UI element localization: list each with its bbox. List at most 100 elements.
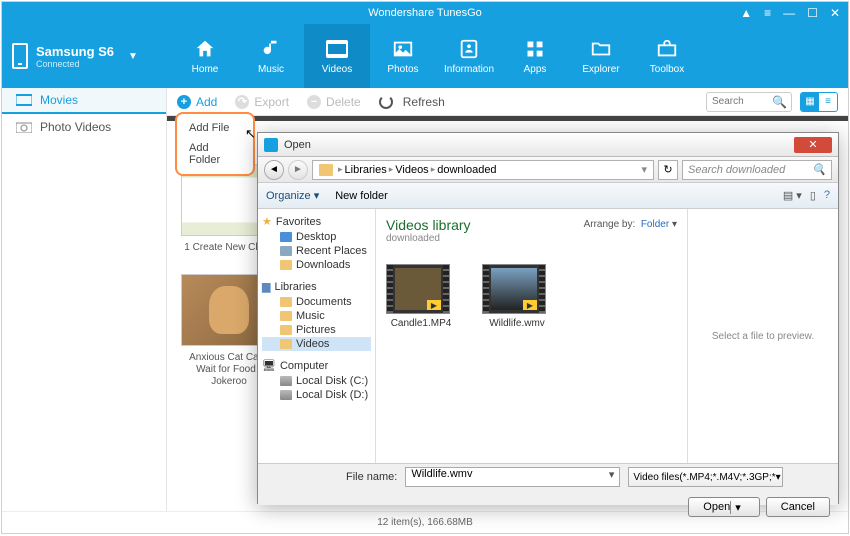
film-icon [16, 94, 32, 106]
disk-icon [280, 390, 292, 400]
tab-home[interactable]: Home [172, 24, 238, 88]
file-list: Videos library downloaded Arrange by: Fo… [376, 209, 688, 463]
nav-bar: Samsung S6 Connected ▼ Home Music Videos… [2, 24, 848, 88]
tree-item-videos[interactable]: Videos [262, 337, 371, 351]
new-folder-button[interactable]: New folder [335, 190, 388, 202]
forward-button[interactable]: ► [288, 160, 308, 180]
export-icon: ↷ [235, 95, 249, 109]
tree-item[interactable]: Recent Places [262, 244, 371, 258]
maximize-icon[interactable]: ☐ [807, 6, 818, 20]
video-thumb-icon: ▶ [482, 264, 546, 314]
help-button[interactable]: ? [824, 189, 830, 202]
export-button[interactable]: ↷Export [235, 95, 289, 109]
list-view-icon[interactable]: ≡ [819, 93, 837, 111]
tab-apps[interactable]: Apps [502, 24, 568, 88]
device-name: Samsung S6 [36, 44, 114, 59]
refresh-icon [379, 95, 393, 109]
plus-icon: + [177, 95, 191, 109]
cancel-button[interactable]: Cancel [766, 497, 830, 517]
tab-information[interactable]: Information [436, 24, 502, 88]
dialog-address-bar: ◄ ► ▸ Libraries▸ Videos▸ downloaded ▾ ↻ … [258, 157, 838, 183]
dialog-close-button[interactable]: ✕ [794, 137, 832, 153]
search-icon: 🔍 [812, 163, 826, 176]
library-icon: ▆ [262, 280, 270, 293]
dialog-footer: File name: Wildlife.wmv▾ Video files(*.M… [258, 463, 838, 505]
folder-tree: ★Favorites Desktop Recent Places Downloa… [258, 209, 376, 463]
desktop-icon [280, 232, 292, 242]
tree-item[interactable]: Documents [262, 295, 371, 309]
sidebar-item-movies[interactable]: Movies [2, 88, 166, 114]
library-icon [319, 164, 333, 176]
preview-pane-button[interactable]: ▯ [810, 189, 816, 202]
tree-item[interactable]: Desktop [262, 230, 371, 244]
filename-label: File name: [346, 471, 397, 483]
title-bar: Wondershare TunesGo ▲ ≡ — ☐ ✕ [2, 2, 848, 24]
tab-videos[interactable]: Videos [304, 24, 370, 88]
refresh-button[interactable]: Refresh [379, 95, 445, 109]
tree-item[interactable]: Music [262, 309, 371, 323]
dialog-toolbar: Organize ▾ New folder ▤ ▾ ▯ ? [258, 183, 838, 209]
toolbar: +Add ↷Export −Delete Refresh 🔍 ▦ ≡ [167, 88, 848, 116]
add-button[interactable]: +Add [177, 95, 217, 109]
dialog-title: Open [284, 139, 311, 151]
video-thumb-icon: ▶ [386, 264, 450, 314]
file-filter[interactable]: Video files(*.MP4;*.M4V;*.3GP;*▾ [628, 467, 783, 487]
search-box[interactable]: 🔍 [706, 92, 792, 112]
camera-icon [16, 121, 32, 133]
grid-view-icon[interactable]: ▦ [801, 93, 819, 111]
library-sub: downloaded [386, 233, 677, 244]
view-mode-switch[interactable]: ▦ ≡ [800, 92, 838, 112]
folder-icon [280, 325, 292, 335]
tree-computer[interactable]: 🖥Computer [262, 359, 371, 372]
dialog-titlebar: Open ✕ [258, 133, 838, 157]
disk-icon [280, 376, 292, 386]
tree-item[interactable]: Downloads [262, 258, 371, 272]
add-folder-item[interactable]: Add Folder [177, 138, 253, 170]
chevron-down-icon: ▼ [128, 51, 138, 62]
breadcrumb[interactable]: ▸ Libraries▸ Videos▸ downloaded ▾ [312, 160, 654, 180]
organize-button[interactable]: Organize ▾ [266, 189, 319, 202]
refresh-icon[interactable]: ↻ [658, 160, 678, 180]
add-file-item[interactable]: Add File ↖ [177, 118, 253, 138]
view-button[interactable]: ▤ ▾ [783, 189, 802, 202]
folder-icon [280, 311, 292, 321]
tree-libraries[interactable]: ▆Libraries [262, 280, 371, 293]
preview-pane: Select a file to preview. [688, 209, 838, 463]
minimize-icon[interactable]: — [783, 6, 795, 20]
filename-input[interactable]: Wildlife.wmv▾ [405, 467, 620, 487]
arrange-by[interactable]: Arrange by: Folder ▾ [584, 219, 677, 230]
tree-item[interactable]: Local Disk (C:) [262, 374, 371, 388]
tree-item[interactable]: Local Disk (D:) [262, 388, 371, 402]
delete-button[interactable]: −Delete [307, 95, 361, 109]
search-input[interactable] [712, 96, 772, 107]
tree-favorites[interactable]: ★Favorites [262, 215, 371, 228]
sidebar-item-photo-videos[interactable]: Photo Videos [2, 114, 166, 140]
device-selector[interactable]: Samsung S6 Connected ▼ [12, 43, 162, 69]
close-icon[interactable]: ✕ [830, 6, 840, 20]
search-icon: 🔍 [772, 95, 787, 109]
folder-icon [280, 297, 292, 307]
user-icon[interactable]: ▲ [740, 6, 752, 20]
file-item[interactable]: ▶ Candle1.MP4 [386, 264, 456, 329]
cursor-icon: ↖ [245, 126, 256, 142]
phone-icon [12, 43, 28, 69]
open-button[interactable]: Open▾ [688, 497, 759, 517]
app-icon [264, 138, 278, 152]
open-dialog: Open ✕ ◄ ► ▸ Libraries▸ Videos▸ download… [257, 132, 839, 504]
status-text: 12 item(s), 166.68MB [377, 517, 473, 528]
minus-icon: − [307, 95, 321, 109]
computer-icon: 🖥 [262, 359, 276, 372]
open-split-icon[interactable]: ▾ [730, 501, 745, 514]
folder-icon [280, 339, 292, 349]
dialog-search[interactable]: Search downloaded 🔍 [682, 160, 832, 180]
tab-music[interactable]: Music [238, 24, 304, 88]
app-title: Wondershare TunesGo [368, 7, 482, 19]
file-item[interactable]: ▶ Wildlife.wmv [482, 264, 552, 329]
sidebar: Movies Photo Videos [2, 88, 167, 511]
tab-explorer[interactable]: Explorer [568, 24, 634, 88]
tab-photos[interactable]: Photos [370, 24, 436, 88]
tab-toolbox[interactable]: Toolbox [634, 24, 700, 88]
tree-item[interactable]: Pictures [262, 323, 371, 337]
menu-icon[interactable]: ≡ [764, 6, 771, 20]
back-button[interactable]: ◄ [264, 160, 284, 180]
